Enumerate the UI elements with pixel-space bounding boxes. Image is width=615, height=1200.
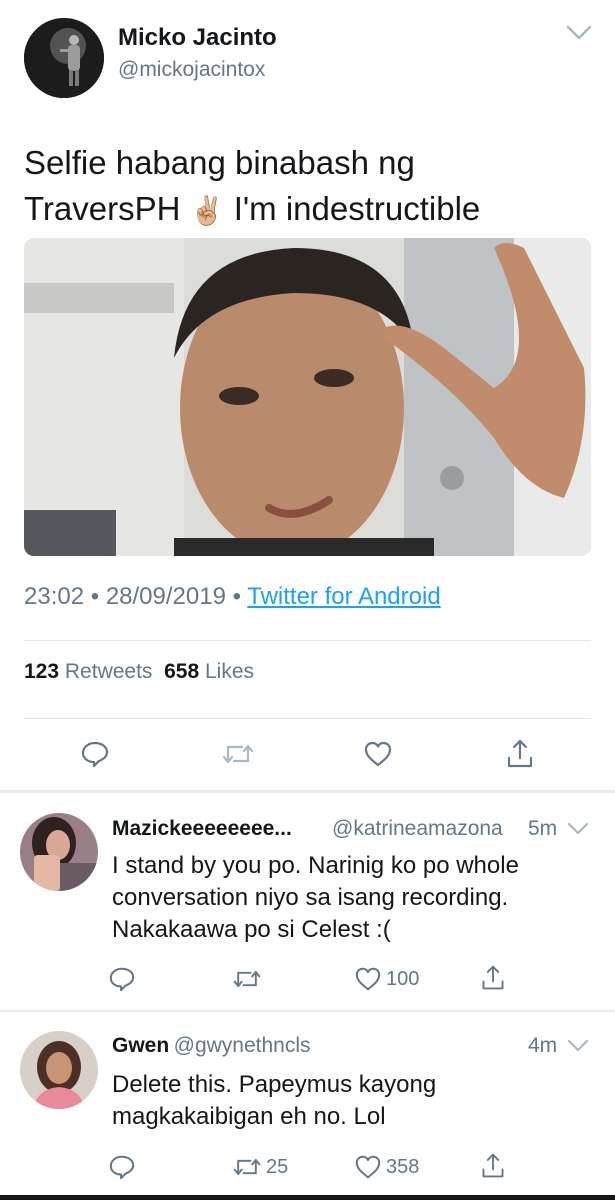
- like-button[interactable]: 358: [354, 1151, 419, 1183]
- author-avatar[interactable]: [24, 18, 104, 98]
- tweet-date: 28/09/2019: [105, 583, 226, 610]
- tweet-photo[interactable]: [24, 238, 591, 556]
- retweet-label[interactable]: Retweets: [65, 660, 153, 683]
- reply-icon: [81, 741, 109, 768]
- reply-author-handle[interactable]: @katrineamazona: [332, 817, 503, 841]
- share-icon: [507, 739, 533, 768]
- reply-icon: [109, 967, 135, 992]
- retweet-button[interactable]: [232, 963, 266, 995]
- reply-button[interactable]: [108, 963, 140, 995]
- chevron-down-icon[interactable]: [566, 1035, 590, 1060]
- author-handle[interactable]: @mickojacintox: [118, 58, 265, 82]
- reply-text: I stand by you po. Narinig ko po whole c…: [112, 852, 519, 943]
- retweet-button[interactable]: 25: [232, 1151, 288, 1183]
- tweet-text-line-2: TraversPH ✌🏼 I'm indestructible: [24, 186, 594, 234]
- tweet-text-line-1: Selfie habang binabash ng: [24, 144, 415, 181]
- reply-button[interactable]: [108, 1151, 140, 1183]
- reply-button[interactable]: [75, 734, 115, 774]
- tweet-text-part-b: I'm indestructible: [233, 190, 481, 227]
- reply-avatar[interactable]: [20, 1031, 98, 1109]
- share-button[interactable]: [480, 1150, 510, 1182]
- tweet-time: 23:02: [24, 583, 85, 610]
- chevron-down-icon[interactable]: [566, 818, 590, 843]
- share-icon: [482, 965, 504, 990]
- divider: [24, 640, 591, 641]
- heart-icon: [355, 967, 381, 991]
- reply-icon: [109, 1155, 135, 1180]
- reply-author-line: Gwen @gwynethncls: [112, 1034, 311, 1058]
- reply-separator: [0, 1010, 615, 1012]
- share-button[interactable]: [480, 962, 510, 994]
- reply-author-name[interactable]: Mazickeeeeeeee...: [112, 817, 292, 841]
- victory-hand-emoji: ✌🏼: [189, 195, 225, 226]
- heart-icon: [364, 741, 392, 767]
- like-button[interactable]: [358, 734, 398, 774]
- author-name[interactable]: Micko Jacinto: [118, 24, 277, 52]
- reply-time: 5m: [528, 817, 558, 840]
- reply-retweet-count: 25: [266, 1155, 289, 1178]
- reply-like-count: 100: [386, 967, 420, 990]
- retweet-icon: [222, 744, 254, 764]
- retweet-icon: [233, 1158, 261, 1176]
- heart-icon: [355, 1155, 381, 1179]
- reply-avatar[interactable]: [20, 813, 98, 891]
- retweet-button[interactable]: [218, 734, 258, 774]
- bottom-edge: [0, 1195, 615, 1200]
- retweet-icon: [233, 970, 261, 988]
- reply-author-handle[interactable]: @gwynethncls: [174, 1034, 311, 1057]
- reply-time: 4m: [528, 1034, 558, 1057]
- divider: [24, 718, 591, 719]
- tweet-meta: 23:02 • 28/09/2019 • Twitter for Android: [24, 583, 441, 610]
- chevron-down-icon[interactable]: [564, 20, 594, 44]
- like-button[interactable]: 100: [354, 963, 419, 995]
- like-label[interactable]: Likes: [205, 660, 254, 683]
- reply-like-count: 358: [386, 1155, 420, 1178]
- share-icon: [482, 1153, 504, 1178]
- tweet-text-part-a: TraversPH: [24, 190, 181, 227]
- tweet-stats: 123 Retweets 658 Likes: [24, 660, 254, 684]
- reply-author-name[interactable]: Gwen: [112, 1034, 169, 1057]
- reply-text: Delete this. Papeymus kayong magkakaibig…: [112, 1071, 437, 1130]
- tweet-text: Selfie habang binabash ng TraversPH ✌🏼 I…: [24, 140, 594, 234]
- like-count[interactable]: 658: [164, 660, 199, 683]
- share-button[interactable]: [500, 734, 540, 774]
- tweet-source-link[interactable]: Twitter for Android: [247, 583, 440, 610]
- retweet-count[interactable]: 123: [24, 660, 59, 683]
- section-separator: [0, 790, 615, 793]
